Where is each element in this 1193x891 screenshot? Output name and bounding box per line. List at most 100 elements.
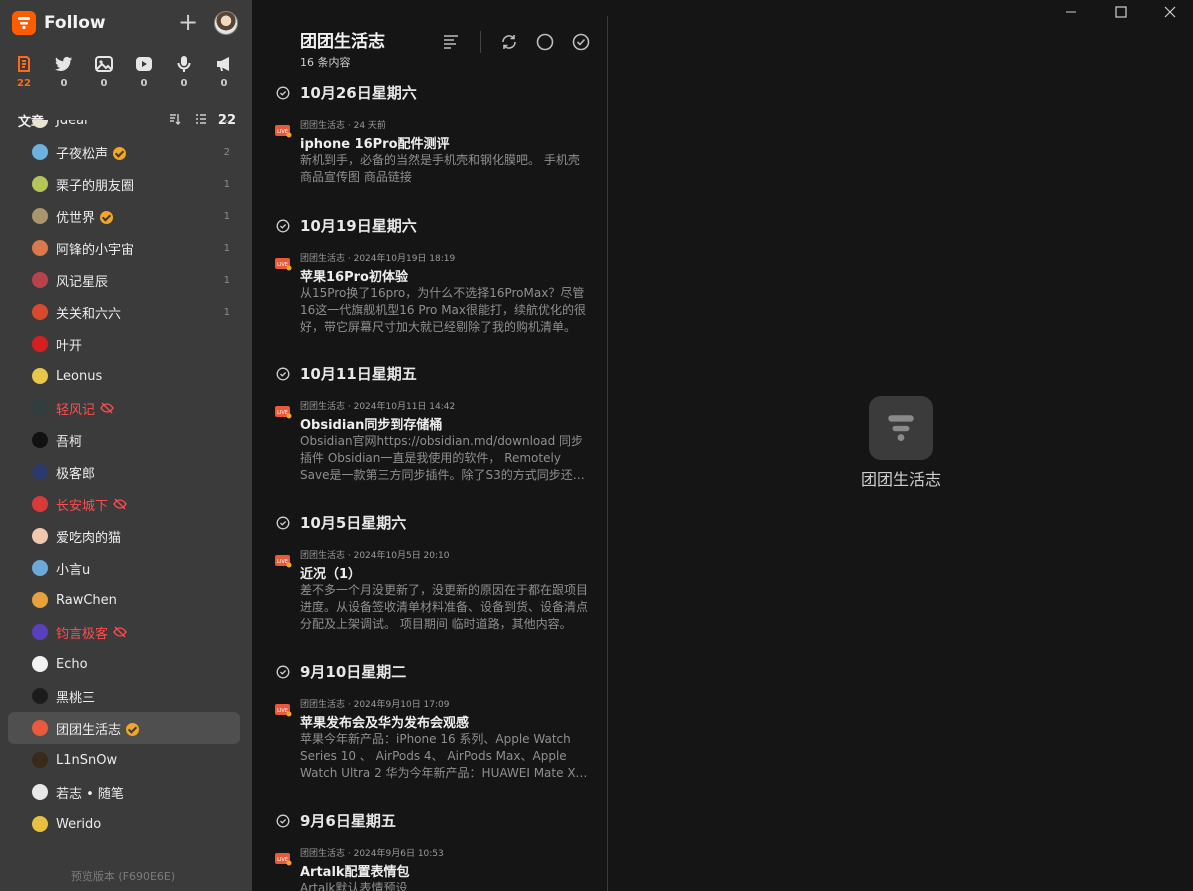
day-header[interactable]: 10月26日星期六 [276, 82, 417, 103]
feed-name: 轻风记 [56, 402, 96, 418]
entry-item[interactable]: LIVE 团团生活志 · 24 天前 iphone 16Pro配件测评 新机到手，必备… [274, 118, 592, 184]
view-count: 0 [180, 78, 188, 89]
entry-meta: 团团生活志 · 2024年9月6日 10:53 [300, 849, 444, 859]
entry-description: 苹果今年新产品：iPhone 16 系列、Apple Watch Series … [300, 732, 583, 780]
feed-avatar-icon [32, 272, 48, 288]
sidebar-feed-item[interactable]: 爱吃肉的猫 [8, 520, 240, 552]
sidebar-feed-item[interactable]: 优世界 1 [8, 200, 240, 232]
close-button[interactable] [1147, 0, 1193, 24]
app-name: Follow [44, 13, 106, 33]
entry-item[interactable]: LIVE 团团生活志 · 2024年10月19日 18:19 苹果16Pro初体验从… [274, 251, 592, 334]
feed-favicon-icon: LIVE [275, 555, 292, 568]
sidebar-feed-item[interactable]: 黑桃三 [8, 680, 240, 712]
feed-avatar-icon [32, 784, 48, 800]
day-title: 9月6日星期五 [300, 812, 396, 830]
svg-text:LIVE: LIVE [277, 410, 288, 416]
user-avatar[interactable] [214, 11, 238, 35]
entry-header: 团团生活志 16 条内容 [300, 27, 385, 70]
entry-meta: 团团生活志 · 2024年10月19日 18:19 [300, 254, 456, 264]
feed-name: RawChen [56, 592, 117, 608]
content-pane: 团团生活志 [608, 0, 1193, 891]
tab-notifications[interactable]: 0 [204, 54, 244, 94]
sidebar-feed-item[interactable]: 极客郎 [8, 456, 240, 488]
day-header[interactable]: 9月10日星期二 [276, 661, 406, 682]
feed-unread-count: 2 [223, 146, 230, 158]
day-header[interactable]: 10月11日星期五 [276, 363, 417, 384]
entry-title: 近况（1） [300, 567, 362, 582]
sidebar-feed-item[interactable]: Echo [8, 648, 240, 680]
sidebar-feed-item[interactable]: 栗子的朋友圈 1 [8, 168, 240, 200]
tab-articles[interactable]: 22 [4, 54, 44, 94]
feed-avatar-icon [32, 688, 48, 704]
feed-title: 团团生活志 [300, 32, 385, 52]
twitter-icon [54, 54, 74, 74]
entry-title: iphone 16Pro配件测评 [300, 137, 450, 152]
feed-avatar-icon [32, 304, 48, 320]
view-count: 0 [100, 78, 108, 89]
add-feed-button[interactable]: + [176, 10, 200, 35]
tab-videos[interactable]: 0 [124, 54, 164, 94]
sidebar-feed-item[interactable]: RawChen [8, 584, 240, 616]
sidebar-feed-item[interactable]: 钧言极客 [8, 616, 240, 648]
view-count: 0 [220, 78, 228, 89]
entry-description: 新机到手，必备的当然是手机壳和钢化膜吧。 手机壳 商品宣传图 商品链接 [300, 153, 580, 184]
check-circle-icon [276, 367, 290, 380]
feed-avatar-icon [32, 400, 48, 416]
feed-name: 极客郎 [56, 466, 96, 482]
sidebar-feed-item[interactable]: 子夜松声 2 [8, 136, 240, 168]
entry-item[interactable]: LIVE 团团生活志 · 2024年10月5日 20:10 近况（1） 差不多一个月没… [274, 548, 592, 631]
sidebar-feed-item[interactable]: 关关和六六 1 [8, 296, 240, 328]
feed-avatar-icon [32, 208, 48, 224]
feed-avatar-icon [32, 144, 48, 160]
svg-text:LIVE: LIVE [277, 129, 288, 135]
sidebar-feed-item[interactable]: 风记星辰 1 [8, 264, 240, 296]
sidebar-feed-item[interactable]: Jdeal 2 [8, 120, 240, 136]
sidebar-feed-item[interactable]: 叶开 [8, 328, 240, 360]
tab-audio[interactable]: 0 [164, 54, 204, 94]
sidebar-feed-item[interactable]: 吾柯 [8, 424, 240, 456]
feed-avatar-icon [32, 176, 48, 192]
sidebar-feed-item[interactable]: 阿锋的小宇宙 1 [8, 232, 240, 264]
minimize-button[interactable] [1048, 0, 1094, 24]
entry-meta: 团团生活志 · 24 天前 [300, 121, 386, 131]
entry-title: Artalk配置表情包 [300, 865, 410, 880]
tab-social[interactable]: 0 [44, 54, 84, 94]
feed-avatar-icon [32, 816, 48, 832]
tab-pictures[interactable]: 0 [84, 54, 124, 94]
picture-icon [94, 54, 114, 74]
svg-text:LIVE: LIVE [277, 708, 288, 714]
sidebar-feed-item[interactable]: 小言u [8, 552, 240, 584]
sidebar-feed-item[interactable]: 团团生活志 [8, 712, 240, 744]
filter-icon[interactable] [442, 32, 462, 52]
day-header[interactable]: 10月5日星期六 [276, 512, 406, 533]
entry-column: 团团生活志 16 条内容 10月26日星期六 LIVE 团团生活志 · 24 天前 i… [252, 0, 607, 891]
sidebar-feed-item[interactable]: 若志 • 随笔 [8, 776, 240, 808]
feed-avatar-icon [32, 752, 48, 768]
sidebar-feed-item[interactable]: L1nSnOw [8, 744, 240, 776]
feed-unread-count: 1 [223, 242, 230, 254]
unread-circle-icon[interactable] [535, 32, 555, 52]
day-header[interactable]: 9月6日星期五 [276, 810, 396, 831]
entry-item[interactable]: LIVE 团团生活志 · 2024年9月6日 10:53 Artalk配置表情包 Ar… [274, 846, 592, 891]
entry-description: Artalk默认表情预设 [300, 881, 408, 891]
entry-item[interactable]: LIVE 团团生活志 · 2024年9月10日 17:09 苹果发布会及华为发布会观… [274, 697, 592, 780]
view-count: 0 [140, 78, 148, 89]
check-circle-icon [276, 814, 290, 827]
feed-avatar-icon [32, 120, 48, 128]
refresh-icon[interactable] [499, 32, 519, 52]
sidebar-feed-item[interactable]: Werido [8, 808, 240, 840]
sidebar-feed-item[interactable]: 长安城下 [8, 488, 240, 520]
microphone-icon [174, 54, 194, 74]
day-header[interactable]: 10月19日星期六 [276, 215, 417, 236]
mark-all-read-icon[interactable] [571, 32, 591, 52]
placeholder-feed-name: 团团生活志 [860, 470, 941, 489]
feed-name: 优世界 [56, 207, 114, 226]
sidebar-feed-item[interactable]: 轻风记 [8, 392, 240, 424]
entry-title: Obsidian同步到存储桶 [300, 418, 443, 433]
entry-item[interactable]: LIVE 团团生活志 · 2024年10月11日 14:42 Obsidian同步到… [274, 399, 592, 482]
feed-name: L1nSnOw [56, 752, 118, 768]
sidebar-feed-item[interactable]: Leonus [8, 360, 240, 392]
entry-meta: 团团生活志 · 2024年9月10日 17:09 [300, 700, 450, 710]
feed-list: Jdeal 2 子夜松声 2 栗子的朋友圈 1 优世界 1 阿锋的小宇宙 1 风记星辰 1 关关和六六 1… [8, 120, 240, 860]
maximize-button[interactable] [1098, 0, 1144, 24]
